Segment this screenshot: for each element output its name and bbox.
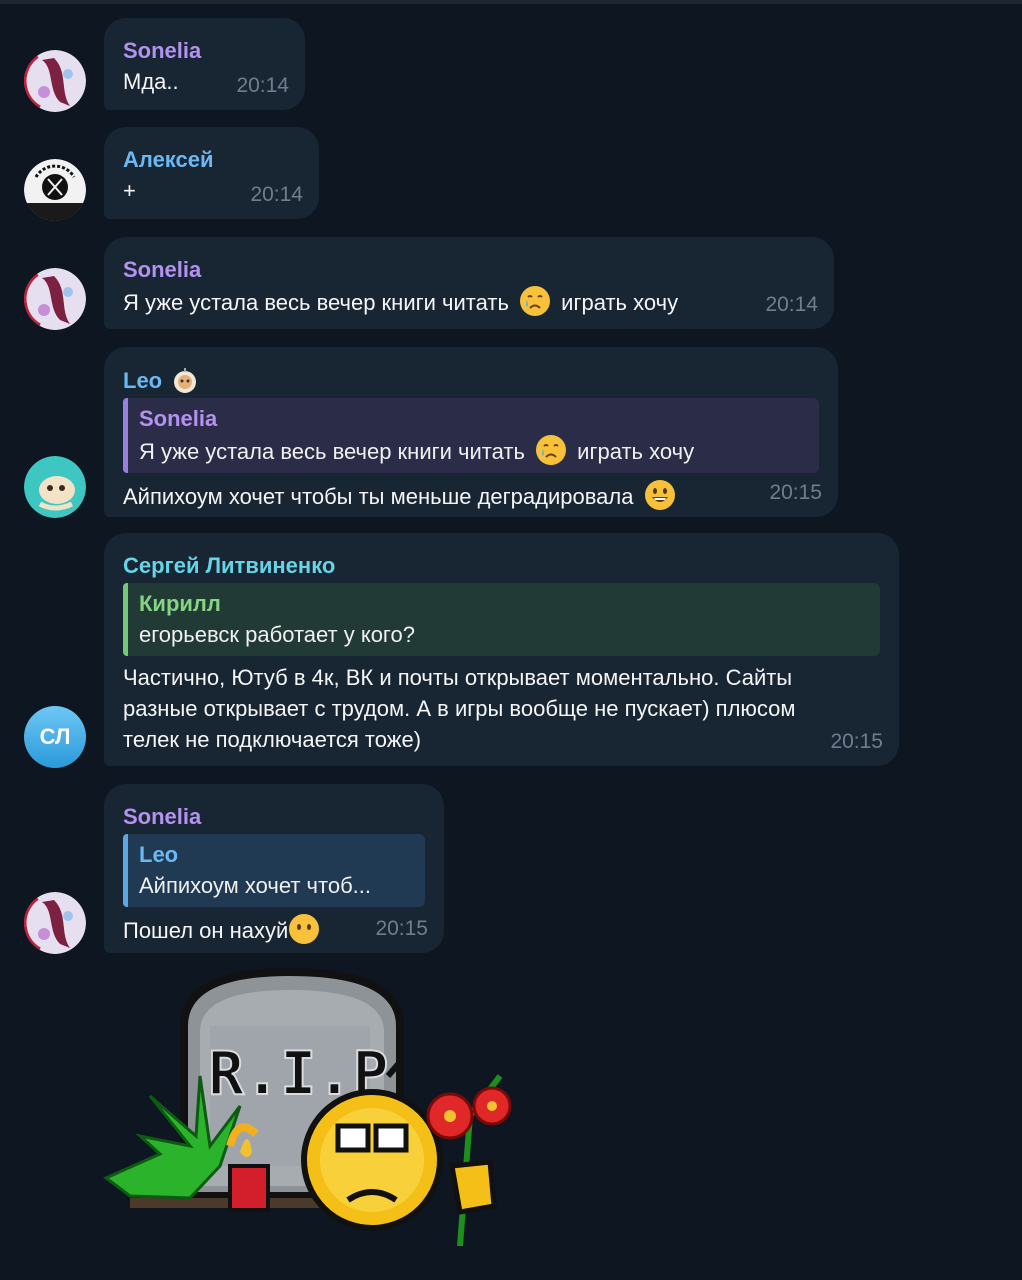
sticker-image: R.I.P [103, 967, 512, 1247]
rip-tombstone-sticker[interactable]: R.I.P [100, 966, 530, 1247]
message-time: 20:14 [250, 183, 303, 206]
message-bubble[interactable]: Sonelia Я уже устала весь вечер книги чи… [104, 237, 834, 329]
sender-name[interactable]: Сергей Литвиненко [123, 551, 879, 581]
reply-text-part: играть хочу [577, 439, 695, 464]
reply-text: егорьевск работает у кого? [139, 622, 415, 647]
message-bubble[interactable]: Sonelia Мда.. 20:14 [104, 18, 305, 110]
sender-name[interactable]: Алексей [123, 145, 299, 175]
message-time: 20:14 [765, 293, 818, 316]
message-bubble[interactable]: Алексей + 20:14 [104, 127, 319, 219]
message-bubble[interactable]: Leo Sonelia Я уже устала весь вечер книг… [104, 347, 838, 517]
message-time: 20:15 [375, 917, 428, 940]
sender-name[interactable]: Sonelia [123, 255, 814, 285]
crying-face-icon [519, 285, 551, 317]
grinning-face-icon [644, 479, 676, 511]
reply-sender-name: Кирилл [139, 591, 221, 616]
message-text-part: Пошел он нахуй [123, 918, 289, 943]
reply-text: Я уже устала весь вечер книги читать игр… [139, 434, 807, 467]
avatar-leo[interactable] [24, 456, 86, 518]
avatar-sergey[interactable]: СЛ [24, 706, 86, 768]
reply-quote[interactable]: Кирилл егорьевск работает у кого? [123, 583, 880, 656]
crying-face-icon [535, 434, 567, 466]
header-divider [0, 0, 1022, 4]
reply-text: Айпихоум хочет чтоб... [139, 873, 372, 898]
message-text-line: телек не подключается тоже) [123, 727, 422, 752]
avatar-sonelia[interactable] [24, 50, 86, 112]
message-bubble[interactable]: Сергей Литвиненко Кирилл егорьевск работ… [104, 533, 899, 766]
message-text-line: Частично, Ютуб в 4к, ВК и почты открывае… [123, 665, 793, 690]
message-text: Айпихоум хочет чтобы ты меньше деградиро… [123, 479, 818, 512]
message-text-part: Айпихоум хочет чтобы ты меньше деградиро… [123, 484, 634, 509]
message-time: 20:15 [769, 481, 822, 504]
avatar-sonelia-image [24, 892, 86, 954]
sender-name[interactable]: Sonelia [123, 802, 424, 832]
message-time: 20:14 [236, 74, 289, 97]
message-bubble[interactable]: Sonelia Leo Айпихоум хочет чтоб... Пошел… [104, 784, 444, 953]
reply-text-part: Я уже устала весь вечер книги читать [139, 439, 525, 464]
message-text: Я уже устала весь вечер книги читать игр… [123, 285, 814, 318]
avatar-sonelia[interactable] [24, 268, 86, 330]
sender-name-text[interactable]: Leo [123, 368, 162, 393]
reply-quote[interactable]: Sonelia Я уже устала весь вечер книги чи… [123, 398, 819, 473]
reply-sender-name: Leo [139, 842, 179, 867]
message-text-part: играть хочу [561, 290, 679, 315]
sender-name[interactable]: Sonelia [123, 36, 285, 66]
message-text-part: Я уже устала весь вечер книги читать [123, 290, 509, 315]
avatar-sonelia-image [24, 268, 86, 330]
message-time: 20:15 [830, 730, 883, 753]
cat-astronaut-emoji-icon [170, 365, 200, 395]
message-text-line: разные открывает с трудом. А в игры вооб… [123, 696, 796, 721]
avatar-aleksey-image [24, 159, 86, 221]
avatar-sonelia-image [24, 50, 86, 112]
reply-sender-name: Sonelia [139, 406, 218, 431]
sender-name[interactable]: Leo [123, 365, 818, 396]
face-without-mouth-icon [288, 913, 320, 945]
avatar-initials: СЛ [39, 724, 71, 749]
avatar-sonelia[interactable] [24, 892, 86, 954]
avatar-aleksey[interactable] [24, 159, 86, 221]
reply-quote[interactable]: Leo Айпихоум хочет чтоб... [123, 834, 425, 907]
avatar-leo-image [24, 456, 86, 518]
